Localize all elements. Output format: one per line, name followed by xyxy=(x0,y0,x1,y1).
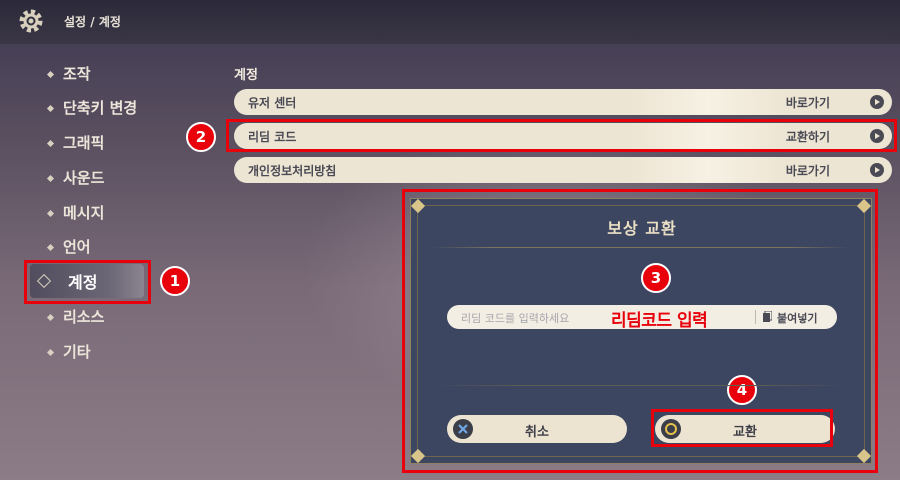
bullet-icon xyxy=(46,139,55,148)
divider xyxy=(431,247,851,248)
clipboard-icon xyxy=(763,311,772,322)
arrow-right-icon xyxy=(870,95,884,109)
sidebar-item-language[interactable]: 언어 xyxy=(46,233,91,261)
step-badge-2: 2 xyxy=(186,122,216,152)
input-placeholder: 리딤 코드를 입력하세요 xyxy=(461,312,570,325)
row-privacy-policy[interactable]: 개인정보처리방침 바로가기 xyxy=(234,157,892,183)
section-title: 계정 xyxy=(234,68,258,83)
bullet-icon xyxy=(46,209,55,218)
breadcrumb: 설정 / 계정 xyxy=(64,15,121,29)
highlight-box-redeem-row xyxy=(226,119,897,152)
dialog-title: 보상 교환 xyxy=(607,219,677,238)
sidebar-item-controls[interactable]: 조작 xyxy=(46,60,91,88)
divider xyxy=(431,385,851,386)
step-badge-1: 1 xyxy=(160,266,190,296)
sidebar-item-messages[interactable]: 메시지 xyxy=(46,199,104,227)
sidebar-item-graphics[interactable]: 그래픽 xyxy=(46,129,104,157)
sidebar-item-shortcuts[interactable]: 단축키 변경 xyxy=(46,94,137,122)
highlight-box-account xyxy=(24,260,151,304)
redeem-code-input[interactable]: 리딤 코드를 입력하세요 리딤코드 입력 붙여넣기 xyxy=(447,305,837,331)
bullet-icon xyxy=(46,174,55,183)
bullet-icon xyxy=(46,348,55,357)
redeem-dialog: 보상 교환 3 리딤 코드를 입력하세요 리딤코드 입력 붙여넣기 4 취소 교… xyxy=(410,198,872,464)
row-user-center[interactable]: 유저 센터 바로가기 xyxy=(234,89,892,115)
gear-icon[interactable] xyxy=(14,6,48,36)
input-annotation: 리딤코드 입력 xyxy=(611,311,708,331)
bullet-icon xyxy=(46,313,55,322)
cancel-button[interactable]: 취소 xyxy=(447,415,627,443)
sidebar-item-sound[interactable]: 사운드 xyxy=(46,164,104,192)
highlight-box-exchange xyxy=(651,409,833,447)
sidebar-item-other[interactable]: 기타 xyxy=(46,338,91,366)
top-bar: 설정 / 계정 xyxy=(0,0,900,44)
step-badge-3: 3 xyxy=(641,263,671,293)
bullet-icon xyxy=(46,70,55,79)
step-badge-4: 4 xyxy=(727,375,757,405)
divider xyxy=(755,310,756,324)
paste-button[interactable]: 붙여넣기 xyxy=(777,310,817,326)
arrow-right-icon xyxy=(870,163,884,177)
bullet-icon xyxy=(46,243,55,252)
sidebar-item-resources[interactable]: 리소스 xyxy=(46,303,104,331)
bullet-icon xyxy=(46,104,55,113)
